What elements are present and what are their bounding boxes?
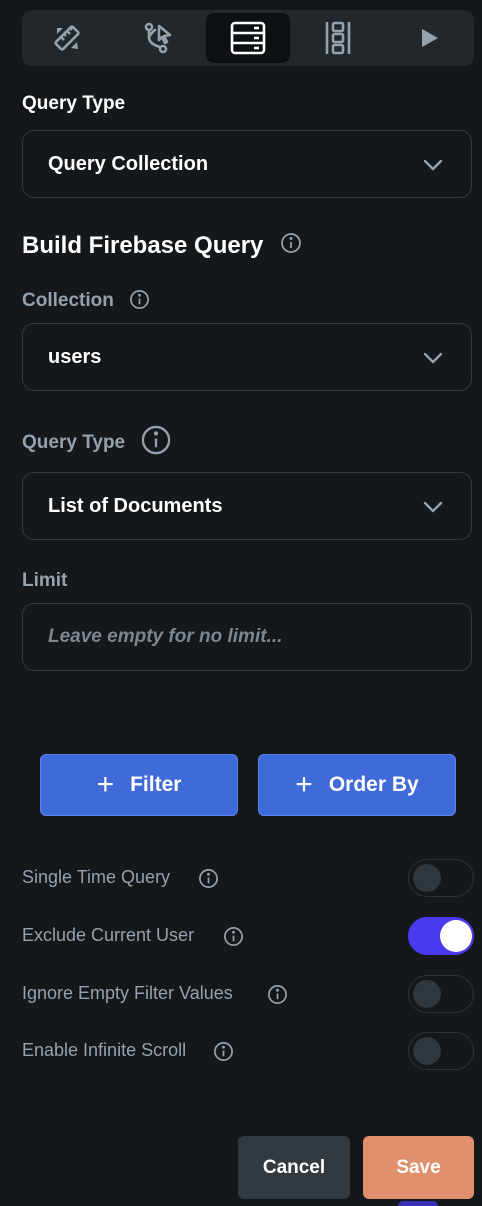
floating-button-edge xyxy=(398,1201,438,1206)
ignore-empty-filter-values-toggle[interactable] xyxy=(408,975,474,1013)
query-type-value: Query Collection xyxy=(48,153,209,175)
documents-query-type-select[interactable]: List of Documents xyxy=(22,472,472,540)
documents-query-type-value: List of Documents xyxy=(48,495,223,517)
option-label: Single Time Query xyxy=(22,867,171,887)
collection-label: Collection xyxy=(22,290,150,312)
plus-icon: + xyxy=(96,768,115,801)
add-order-by-button[interactable]: + Order By xyxy=(258,754,456,816)
toggle-knob xyxy=(413,980,441,1008)
info-icon[interactable] xyxy=(198,868,219,889)
info-icon[interactable] xyxy=(267,984,288,1005)
cancel-button[interactable]: Cancel xyxy=(238,1136,350,1199)
option-row-enable-infinite-scroll: Enable Infinite Scroll xyxy=(22,1032,474,1072)
play-icon xyxy=(422,29,438,47)
option-row-single-time-query: Single Time Query xyxy=(22,859,474,899)
info-icon[interactable] xyxy=(213,1041,234,1062)
add-filter-button[interactable]: + Filter xyxy=(40,754,238,816)
backend-query-icon xyxy=(230,21,266,55)
collection-value: users xyxy=(48,346,102,368)
design-tools-icon xyxy=(54,25,80,51)
collection-label-text: Collection xyxy=(22,290,114,311)
tab-layout[interactable] xyxy=(296,13,380,63)
save-button[interactable]: Save xyxy=(363,1136,474,1199)
limit-field[interactable] xyxy=(22,603,472,671)
add-order-by-label: Order By xyxy=(328,773,419,796)
option-row-ignore-empty-filter-values: Ignore Empty Filter Values xyxy=(22,975,474,1015)
chevron-down-icon xyxy=(423,501,443,513)
exclude-current-user-toggle[interactable] xyxy=(408,917,474,955)
tab-design[interactable] xyxy=(25,13,109,63)
plus-icon: + xyxy=(295,768,313,801)
info-icon[interactable] xyxy=(140,424,172,456)
action-flow-icon xyxy=(144,22,172,54)
info-icon[interactable] xyxy=(129,289,150,310)
build-query-title: Build Firebase Query xyxy=(22,232,264,259)
tab-actions[interactable] xyxy=(116,13,200,63)
single-time-query-toggle[interactable] xyxy=(408,859,474,897)
chevron-down-icon xyxy=(423,159,443,171)
option-label: Enable Infinite Scroll xyxy=(22,1040,187,1060)
query-type-label: Query Type xyxy=(22,93,126,114)
query-type-select[interactable]: Query Collection xyxy=(22,130,472,198)
collection-select[interactable]: users xyxy=(22,323,472,391)
option-row-exclude-current-user: Exclude Current User xyxy=(22,917,474,957)
tab-backend-query[interactable] xyxy=(206,13,290,63)
documents-query-type-label: Query Type xyxy=(22,425,172,456)
build-query-heading: Build Firebase Query xyxy=(22,232,302,260)
info-icon[interactable] xyxy=(280,232,302,254)
panel-tab-bar xyxy=(22,10,474,66)
limit-input[interactable] xyxy=(48,604,448,670)
limit-label: Limit xyxy=(22,570,68,591)
documents-query-type-text: Query Type xyxy=(22,432,126,454)
info-icon[interactable] xyxy=(223,926,244,947)
query-panel: Query Type Query Collection Build Fireba… xyxy=(0,0,482,1206)
option-label: Exclude Current User xyxy=(22,925,195,945)
layout-columns-icon xyxy=(325,21,351,55)
enable-infinite-scroll-toggle[interactable] xyxy=(408,1032,474,1070)
chevron-down-icon xyxy=(423,352,443,364)
toggle-knob xyxy=(413,1037,441,1065)
option-label: Ignore Empty Filter Values xyxy=(22,983,233,1003)
toggle-knob xyxy=(413,864,441,892)
toggle-knob xyxy=(440,920,472,952)
add-filter-label: Filter xyxy=(130,773,182,796)
tab-preview[interactable] xyxy=(387,13,471,63)
